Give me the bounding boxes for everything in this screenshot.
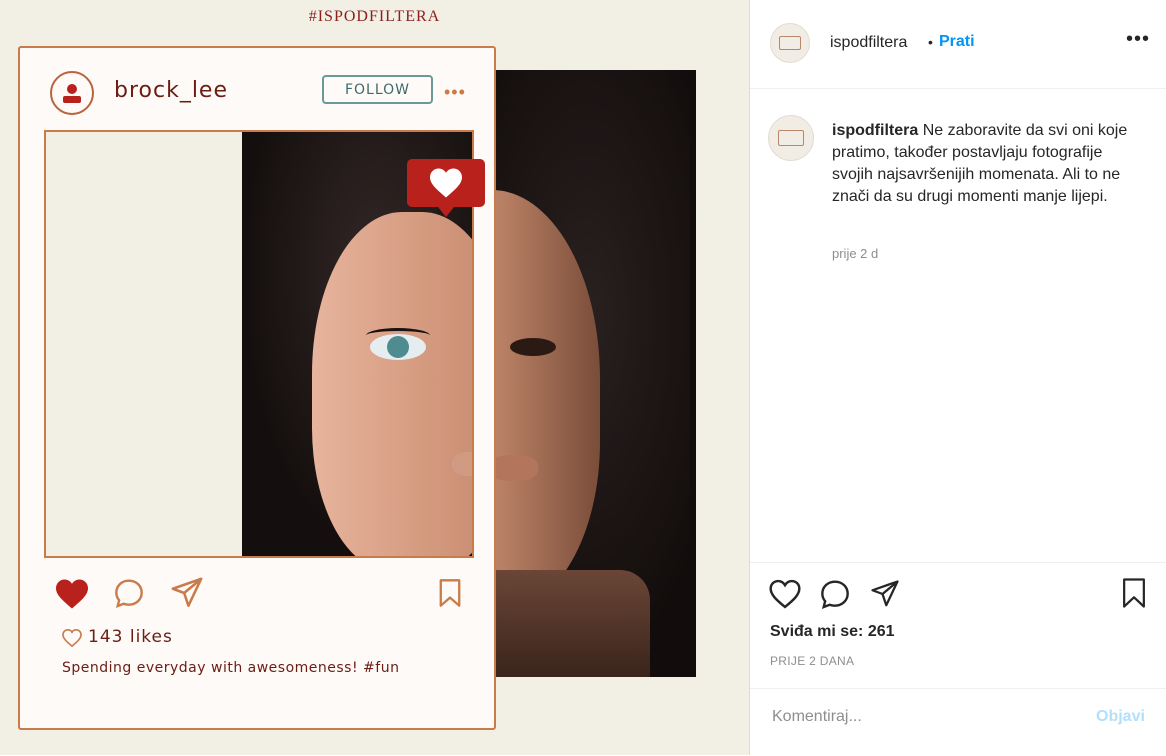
frame-heart-icon <box>56 579 88 609</box>
frame-likes-heart-icon <box>62 629 82 647</box>
comment-icon[interactable] <box>818 579 852 611</box>
post-comment-button[interactable]: Objavi <box>1096 708 1145 726</box>
more-options-icon[interactable]: ••• <box>1126 28 1150 51</box>
frame-bookmark-icon <box>439 579 461 607</box>
author-avatar[interactable] <box>770 23 810 63</box>
like-notification-badge <box>407 159 485 217</box>
post-image[interactable]: #ISPODFILTERA brock_lee FOLLOW ••• 143 l… <box>0 0 749 755</box>
share-icon[interactable] <box>868 579 902 609</box>
caption-time: prije 2 d <box>832 246 879 261</box>
frame-likes-count: 143 likes <box>88 627 173 647</box>
frame-share-icon <box>171 577 203 608</box>
comment-input[interactable] <box>770 707 1074 727</box>
like-heart-icon[interactable] <box>768 579 802 609</box>
bookmark-icon[interactable] <box>1120 577 1148 609</box>
frame-comment-icon <box>115 579 143 608</box>
user-icon <box>63 84 81 103</box>
add-comment-bar: Objavi <box>750 688 1166 756</box>
post-side-panel: ispodfiltera • Prati ••• ispodfiltera Ne… <box>749 0 1166 755</box>
frame-more-icon: ••• <box>444 82 466 102</box>
heart-icon <box>430 168 462 198</box>
frame-avatar-icon <box>50 71 94 115</box>
post-modal: #ISPODFILTERA brock_lee FOLLOW ••• 143 l… <box>0 0 1166 755</box>
frame-caption: Spending everyday with awesomeness! #fun <box>62 660 400 676</box>
background-doll-photo <box>470 70 696 677</box>
follow-button[interactable]: Prati <box>939 33 975 51</box>
author-username[interactable]: ispodfiltera <box>830 34 907 52</box>
frame-username: brock_lee <box>114 78 229 103</box>
image-hashtag-title: #ISPODFILTERA <box>308 8 441 25</box>
instagram-frame-graphic: brock_lee FOLLOW ••• 143 likes Spending … <box>18 46 496 730</box>
header-separator: • <box>928 34 933 50</box>
action-bar: Sviđa mi se: 261 PRIJE 2 DANA <box>750 562 1166 689</box>
likes-count[interactable]: Sviđa mi se: 261 <box>770 623 895 641</box>
post-header: ispodfiltera • Prati ••• <box>750 0 1166 89</box>
post-time[interactable]: PRIJE 2 DANA <box>770 654 854 668</box>
frame-follow-label: FOLLOW <box>322 75 433 104</box>
caption-username[interactable]: ispodfiltera <box>832 122 918 139</box>
caption: ispodfiltera Ne zaboravite da svi oni ko… <box>832 120 1142 208</box>
caption-author-avatar[interactable] <box>768 115 814 161</box>
